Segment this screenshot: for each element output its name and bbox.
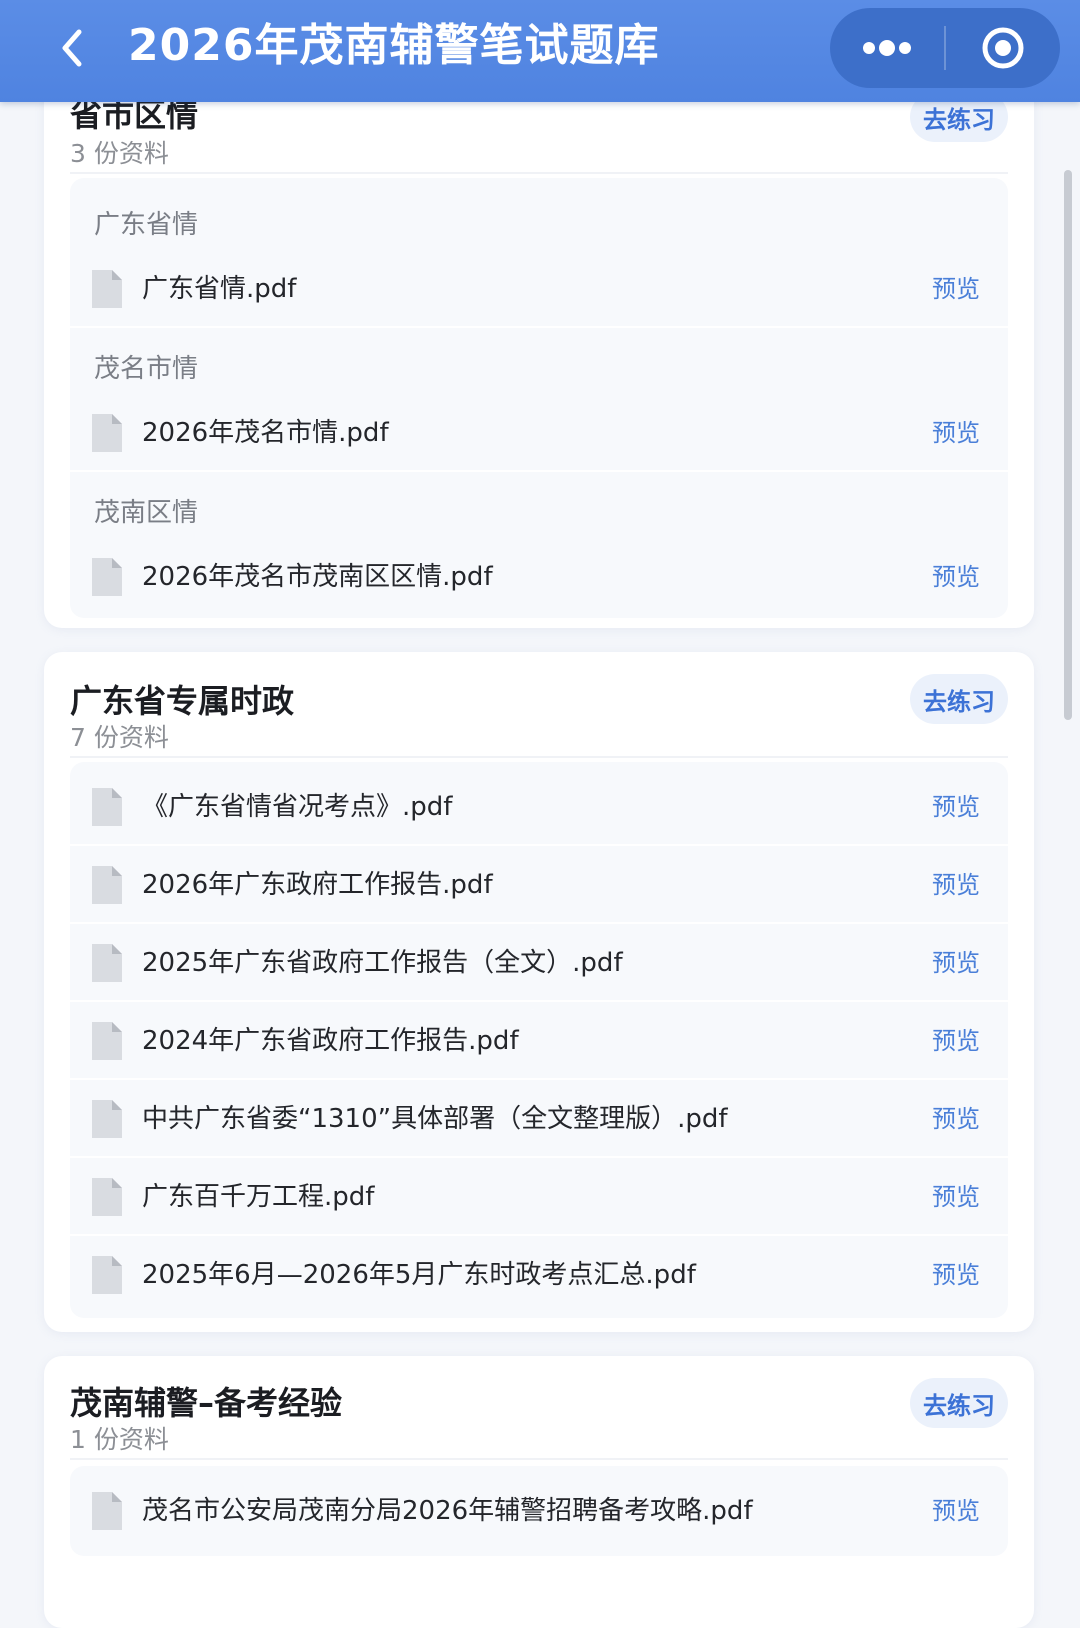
- file-row[interactable]: 2026年茂名市情.pdf 预览: [70, 394, 1008, 472]
- page-title: 2026年茂南辅警笔试题库: [128, 20, 660, 71]
- file-list-box: 茂名市公安局茂南分局2026年辅警招聘备考攻略.pdf 预览: [70, 1466, 1008, 1556]
- file-name: 2025年6月—2026年5月广东时政考点汇总.pdf: [142, 1260, 696, 1290]
- file-icon: [92, 1256, 122, 1294]
- preview-link[interactable]: 预览: [932, 394, 980, 472]
- preview-link[interactable]: 预览: [932, 538, 980, 616]
- preview-link[interactable]: 预览: [932, 846, 980, 924]
- back-button[interactable]: [48, 20, 96, 76]
- preview-link[interactable]: 预览: [932, 1158, 980, 1236]
- section-title: 茂南辅警–备考经验: [70, 1384, 343, 1422]
- file-icon: [92, 1178, 122, 1216]
- preview-link[interactable]: 预览: [932, 768, 980, 846]
- scrollbar[interactable]: [1064, 170, 1072, 720]
- section-file-count: 7 份资料: [70, 723, 169, 752]
- section-divider: [70, 172, 1008, 174]
- practice-button[interactable]: 去练习: [910, 674, 1008, 724]
- file-row[interactable]: 2025年6月—2026年5月广东时政考点汇总.pdf 预览: [70, 1236, 1008, 1314]
- practice-button[interactable]: 去练习: [910, 1378, 1008, 1428]
- target-close-icon: [982, 27, 1024, 69]
- file-row[interactable]: 2026年茂名市茂南区区情.pdf 预览: [70, 538, 1008, 616]
- group-label-guangdong: 广东省情: [94, 210, 199, 240]
- file-name: 2026年广东政府工作报告.pdf: [142, 870, 493, 900]
- file-row[interactable]: 2026年广东政府工作报告.pdf 预览: [70, 846, 1008, 924]
- mini-program-capsule: [830, 8, 1060, 88]
- section-file-count: 1 份资料: [70, 1425, 169, 1454]
- file-icon: [92, 270, 122, 308]
- file-name: 《广东省情省况考点》.pdf: [142, 792, 453, 822]
- file-name: 广东百千万工程.pdf: [142, 1182, 375, 1212]
- preview-link[interactable]: 预览: [932, 1080, 980, 1158]
- file-row[interactable]: 茂名市公安局茂南分局2026年辅警招聘备考攻略.pdf 预览: [70, 1472, 1008, 1550]
- file-name: 2026年茂名市茂南区区情.pdf: [142, 562, 493, 592]
- more-button[interactable]: [830, 8, 944, 88]
- more-dots-icon: [863, 40, 911, 56]
- chevron-left-icon: [62, 29, 82, 67]
- file-row[interactable]: 2024年广东省政府工作报告.pdf 预览: [70, 1002, 1008, 1080]
- preview-link[interactable]: 预览: [932, 924, 980, 1002]
- file-group-box: 广东省情 广东省情.pdf 预览 茂名市情 2026年茂名市情.pdf 预览 茂…: [70, 178, 1008, 618]
- preview-link[interactable]: 预览: [932, 1236, 980, 1314]
- file-icon: [92, 1022, 122, 1060]
- preview-link[interactable]: 预览: [932, 1002, 980, 1080]
- preview-link[interactable]: 预览: [932, 1472, 980, 1550]
- close-button[interactable]: [946, 8, 1060, 88]
- group-label-maonan: 茂南区情: [94, 498, 199, 528]
- page-content: 省市区情 3 份资料 去练习 广东省情 广东省情.pdf 预览 茂名市情 202…: [0, 0, 1080, 1628]
- section-card-guangdong-politics: 广东省专属时政 7 份资料 去练习 《广东省情省况考点》.pdf 预览 2026…: [44, 652, 1034, 1332]
- file-icon: [92, 414, 122, 452]
- file-icon: [92, 1100, 122, 1138]
- file-list-box: 《广东省情省况考点》.pdf 预览 2026年广东政府工作报告.pdf 预览 2…: [70, 762, 1008, 1318]
- group-label-maoming: 茂名市情: [94, 354, 199, 384]
- section-title: 广东省专属时政: [70, 682, 295, 720]
- file-row[interactable]: 广东省情.pdf 预览: [70, 250, 1008, 328]
- file-row[interactable]: 2025年广东省政府工作报告（全文）.pdf 预览: [70, 924, 1008, 1002]
- file-row[interactable]: 中共广东省委“1310”具体部署（全文整理版）.pdf 预览: [70, 1080, 1008, 1158]
- section-file-count: 3 份资料: [70, 139, 169, 168]
- section-divider: [70, 756, 1008, 758]
- file-icon: [92, 866, 122, 904]
- file-name: 2026年茂名市情.pdf: [142, 418, 389, 448]
- file-name: 2025年广东省政府工作报告（全文）.pdf: [142, 948, 623, 978]
- file-icon: [92, 944, 122, 982]
- section-divider: [70, 1458, 1008, 1460]
- file-icon: [92, 788, 122, 826]
- file-icon: [92, 558, 122, 596]
- file-row[interactable]: 《广东省情省况考点》.pdf 预览: [70, 768, 1008, 846]
- file-row[interactable]: 广东百千万工程.pdf 预览: [70, 1158, 1008, 1236]
- file-name: 2024年广东省政府工作报告.pdf: [142, 1026, 519, 1056]
- file-name: 广东省情.pdf: [142, 274, 297, 304]
- section-card-exam-experience: 茂南辅警–备考经验 1 份资料 去练习 茂名市公安局茂南分局2026年辅警招聘备…: [44, 1356, 1034, 1628]
- file-name: 茂名市公安局茂南分局2026年辅警招聘备考攻略.pdf: [142, 1496, 753, 1526]
- file-name: 中共广东省委“1310”具体部署（全文整理版）.pdf: [142, 1104, 728, 1134]
- preview-link[interactable]: 预览: [932, 250, 980, 328]
- file-icon: [92, 1492, 122, 1530]
- top-navigation-bar: 2026年茂南辅警笔试题库: [0, 0, 1080, 102]
- section-card-province-city-district: 省市区情 3 份资料 去练习 广东省情 广东省情.pdf 预览 茂名市情 202…: [44, 60, 1034, 628]
